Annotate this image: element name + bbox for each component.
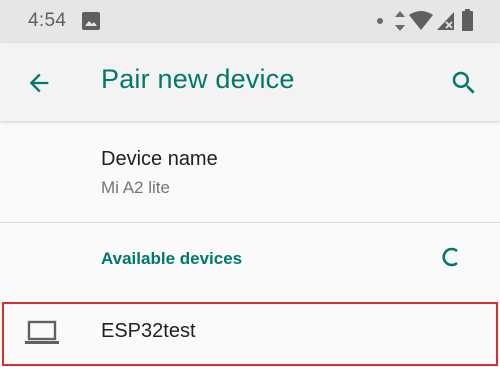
battery-icon: [462, 9, 473, 31]
available-devices-header: Available devices: [101, 249, 243, 268]
device-item-label: ESP32test: [101, 320, 196, 342]
section-divider: [0, 222, 500, 223]
data-transfer-icon: [395, 11, 405, 31]
dot-icon: [377, 18, 383, 24]
search-icon[interactable]: [449, 68, 479, 98]
wifi-icon: [409, 11, 433, 30]
refresh-progress-icon: [442, 247, 458, 267]
arrow-back-icon[interactable]: [25, 69, 53, 97]
pair-new-device-screen: 4:54 Pair new device Device name Mi A2 l…: [0, 0, 500, 367]
laptop-icon: [25, 320, 59, 344]
page-title: Pair new device: [101, 64, 295, 94]
device-list-item[interactable]: ESP32test: [2, 302, 498, 366]
gallery-icon: [82, 12, 100, 30]
app-bar: Pair new device: [0, 43, 500, 121]
device-name-value: Mi A2 lite: [101, 178, 170, 197]
device-name-setting[interactable]: Device name Mi A2 lite: [0, 121, 500, 222]
device-name-title: Device name: [101, 148, 218, 170]
cellular-no-signal-icon: [437, 12, 454, 30]
status-bar: 4:54: [0, 0, 500, 43]
status-time: 4:54: [28, 10, 67, 31]
